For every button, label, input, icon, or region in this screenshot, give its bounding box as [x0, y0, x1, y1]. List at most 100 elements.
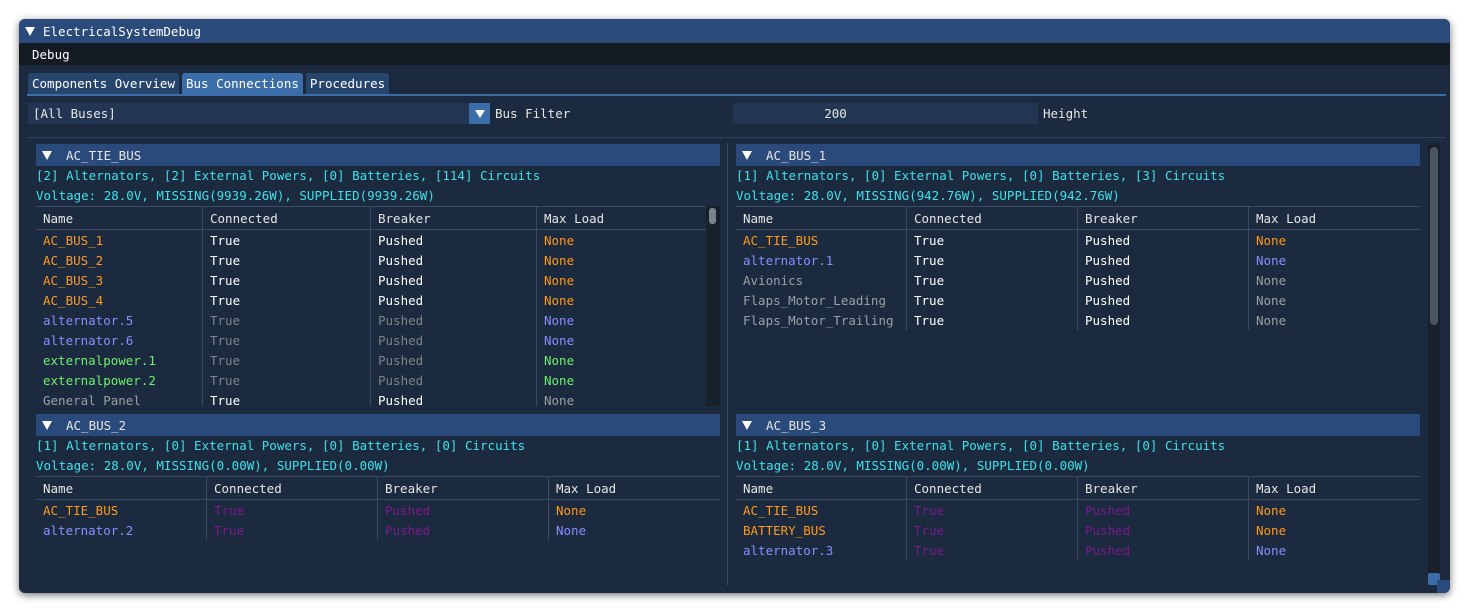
column-max-load[interactable]: Max Load: [537, 207, 706, 229]
table-row[interactable]: General_Panel True Pushed None: [36, 390, 720, 406]
cell-name: General_Panel: [36, 390, 203, 406]
cell-name: Avionics: [736, 270, 907, 290]
bus-filter-dropdown-button[interactable]: [469, 103, 490, 124]
cell-max-load: None: [544, 232, 575, 248]
cell-max-load: None: [544, 292, 575, 308]
table-row[interactable]: AC_TIE_BUS True Pushed None: [736, 500, 1420, 520]
bus-section-ac-bus-2: AC_BUS_2 [1] Alternators, [0] External P…: [36, 414, 720, 544]
column-connected[interactable]: Connected: [907, 477, 1078, 499]
table-row[interactable]: AC_BUS_3 True Pushed None: [36, 270, 720, 290]
cell-connected: True: [203, 290, 371, 310]
tab-components-overview[interactable]: Components Overview: [28, 73, 179, 94]
bus-filter-combo[interactable]: [All Buses]: [28, 103, 490, 124]
cell-name: BATTERY_BUS: [736, 520, 907, 540]
cell-max-load: None: [1256, 292, 1287, 308]
table-row[interactable]: Flaps_Motor_Leading True Pushed None: [736, 290, 1420, 310]
bus-header[interactable]: AC_BUS_2: [36, 414, 720, 436]
table-row[interactable]: alternator.6 True Pushed None: [36, 330, 720, 350]
column-max-load[interactable]: Max Load: [549, 477, 720, 499]
collapse-triangle-icon[interactable]: [42, 420, 52, 430]
cell-breaker: Pushed: [371, 270, 537, 290]
bus-section-ac-bus-3: AC_BUS_3 [1] Alternators, [0] External P…: [736, 414, 1420, 564]
cell-max-load: None: [544, 332, 575, 348]
table-row[interactable]: AC_TIE_BUS True Pushed None: [36, 500, 720, 520]
column-name[interactable]: Name: [36, 207, 203, 229]
main-scrollbar[interactable]: [1428, 143, 1440, 585]
collapse-triangle-icon[interactable]: [42, 150, 52, 160]
resize-grip-icon[interactable]: [1437, 580, 1450, 593]
cell-breaker: Pushed: [1078, 250, 1249, 270]
column-breaker[interactable]: Breaker: [371, 207, 537, 229]
cell-connected: True: [203, 330, 371, 350]
bus-header[interactable]: AC_BUS_3: [736, 414, 1420, 436]
column-connected[interactable]: Connected: [207, 477, 378, 499]
cell-name: alternator.3: [736, 540, 907, 560]
table-header: Name Connected Breaker Max Load: [36, 206, 720, 230]
chevron-down-icon: [474, 109, 485, 118]
column-name[interactable]: Name: [736, 477, 907, 499]
filter-row: [All Buses] Bus Filter 200 Height: [28, 103, 1443, 124]
cell-breaker: Pushed: [1078, 500, 1249, 520]
cell-connected: True: [907, 250, 1078, 270]
cell-breaker: Pushed: [378, 500, 549, 520]
table-scrollbar-thumb[interactable]: [709, 208, 716, 224]
cell-max-load: None: [1256, 542, 1287, 558]
cell-breaker: Pushed: [1078, 310, 1249, 330]
table-row[interactable]: alternator.3 True Pushed None: [736, 540, 1420, 560]
cell-name: AC_BUS_3: [36, 270, 203, 290]
main-scrollbar-thumb[interactable]: [1430, 147, 1438, 325]
collapse-triangle-icon[interactable]: [25, 26, 35, 36]
connections-table: Name Connected Breaker Max Load AC_BUS_1…: [36, 206, 720, 406]
column-connected[interactable]: Connected: [203, 207, 371, 229]
cell-breaker: Pushed: [378, 520, 549, 540]
table-row[interactable]: AC_BUS_4 True Pushed None: [36, 290, 720, 310]
column-max-load[interactable]: Max Load: [1249, 477, 1420, 499]
bus-header[interactable]: AC_TIE_BUS: [36, 144, 720, 166]
column-connected[interactable]: Connected: [907, 207, 1078, 229]
table-row[interactable]: AC_BUS_2 True Pushed None: [36, 250, 720, 270]
bus-title: AC_BUS_2: [66, 417, 127, 433]
bus-summary: [1] Alternators, [0] External Powers, [0…: [736, 438, 1226, 453]
cell-breaker: Pushed: [371, 330, 537, 350]
table-header: Name Connected Breaker Max Load: [36, 476, 720, 500]
column-name[interactable]: Name: [736, 207, 907, 229]
column-breaker[interactable]: Breaker: [1078, 477, 1249, 499]
cell-connected: True: [207, 520, 378, 540]
column-breaker[interactable]: Breaker: [1078, 207, 1249, 229]
table-header: Name Connected Breaker Max Load: [736, 476, 1420, 500]
collapse-triangle-icon[interactable]: [742, 150, 752, 160]
collapse-triangle-icon[interactable]: [742, 420, 752, 430]
column-name[interactable]: Name: [36, 477, 207, 499]
cell-max-load: None: [544, 252, 575, 268]
cell-name: AC_TIE_BUS: [736, 230, 907, 250]
column-breaker[interactable]: Breaker: [378, 477, 549, 499]
cell-connected: True: [907, 230, 1078, 250]
table-row[interactable]: Flaps_Motor_Trailing True Pushed None: [736, 310, 1420, 330]
table-row[interactable]: alternator.1 True Pushed None: [736, 250, 1420, 270]
bus-title: AC_TIE_BUS: [66, 147, 142, 163]
table-row[interactable]: Avionics True Pushed None: [736, 270, 1420, 290]
cell-name: AC_BUS_2: [36, 250, 203, 270]
window-titlebar[interactable]: ElectricalSystemDebug: [19, 19, 1450, 43]
column-max-load[interactable]: Max Load: [1249, 207, 1420, 229]
table-row[interactable]: AC_BUS_1 True Pushed None: [36, 230, 720, 250]
cell-name: alternator.2: [36, 520, 207, 540]
table-row[interactable]: AC_TIE_BUS True Pushed None: [736, 230, 1420, 250]
bus-title: AC_BUS_1: [766, 147, 827, 163]
table-row[interactable]: externalpower.2 True Pushed None: [36, 370, 720, 390]
electrical-system-debug-window: ElectricalSystemDebug Debug Components O…: [19, 19, 1450, 593]
bus-voltage: Voltage: 28.0V, MISSING(0.00W), SUPPLIED…: [36, 458, 390, 473]
tab-procedures[interactable]: Procedures: [305, 73, 390, 94]
table-row[interactable]: BATTERY_BUS True Pushed None: [736, 520, 1420, 540]
bus-section-ac-bus-1: AC_BUS_1 [1] Alternators, [0] External P…: [736, 144, 1420, 334]
bus-header[interactable]: AC_BUS_1: [736, 144, 1420, 166]
tab-bus-connections[interactable]: Bus Connections: [182, 73, 303, 94]
table-row[interactable]: alternator.2 True Pushed None: [36, 520, 720, 540]
table-row[interactable]: externalpower.1 True Pushed None: [36, 350, 720, 370]
table-scrollbar[interactable]: [706, 206, 720, 406]
table-row[interactable]: alternator.5 True Pushed None: [36, 310, 720, 330]
height-input[interactable]: 200: [733, 103, 1038, 124]
menu-debug[interactable]: Debug: [32, 47, 70, 62]
cell-max-load: None: [1256, 272, 1287, 288]
tab-bar: Components Overview Bus Connections Proc…: [28, 73, 392, 94]
